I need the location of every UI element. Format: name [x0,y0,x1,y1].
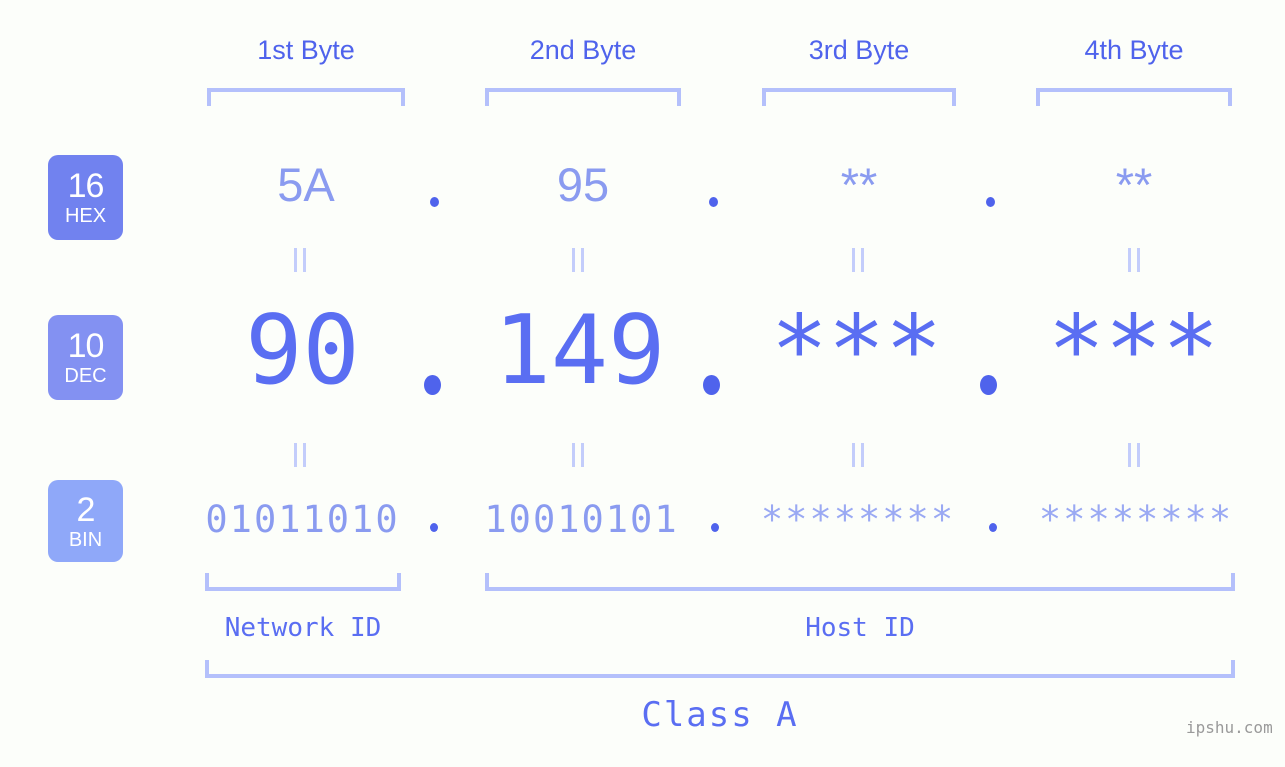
bin-byte-2: 10010101 [484,498,679,541]
base-badge-hex-name: HEX [64,205,107,227]
equals-mark-dec-bin-1 [294,443,306,467]
bin-byte-4: ******** [1038,498,1234,541]
hex-byte-3: ** [840,158,878,211]
base-badge-bin-name: BIN [68,528,103,551]
ip-address-breakdown-diagram: 1st Byte 2nd Byte 3rd Byte 4th Byte 16 H… [0,0,1285,767]
base-badge-hex: 16 HEX [48,155,123,240]
byte-bracket-1 [207,88,405,106]
dec-separator-3 [980,375,997,395]
host-id-label: Host ID [805,613,915,643]
dec-byte-2: 149 [493,296,666,406]
base-badge-dec-number: 10 [67,327,105,365]
hex-byte-1: 5A [277,158,335,211]
base-badge-dec: 10 DEC [48,315,123,400]
network-id-label: Network ID [224,613,382,643]
dec-byte-1: 90 [245,296,360,406]
hex-separator-1 [430,197,439,207]
dec-separator-2 [703,375,720,395]
class-label: Class A [641,695,799,735]
base-badge-bin-number: 2 [76,490,96,529]
byte-bracket-3 [762,88,956,106]
byte-header-4: 4th Byte [1084,35,1184,65]
base-badge-dec-name: DEC [64,365,107,387]
bin-separator-1 [430,523,438,532]
equals-mark-dec-bin-3 [852,443,864,467]
byte-header-3: 3rd Byte [808,35,910,65]
dec-separator-1 [424,375,441,395]
host-id-bracket [485,573,1235,591]
base-badge-hex-number: 16 [67,167,105,205]
equals-mark-hex-dec-2 [572,248,584,272]
equals-mark-hex-dec-4 [1128,248,1140,272]
byte-header-2: 2nd Byte [529,35,637,65]
dec-byte-3: *** [770,296,943,406]
equals-mark-dec-bin-4 [1128,443,1140,467]
hex-separator-2 [709,197,718,207]
network-id-bracket [205,573,401,591]
bin-byte-1: 01011010 [205,498,400,541]
bin-separator-2 [711,523,719,532]
bin-byte-3: ******** [760,498,956,541]
byte-bracket-2 [485,88,681,106]
class-bracket [205,660,1235,678]
equals-mark-dec-bin-2 [572,443,584,467]
dec-byte-4: *** [1047,296,1220,406]
equals-mark-hex-dec-3 [852,248,864,272]
site-watermark: ipshu.com [1186,718,1273,737]
hex-separator-3 [986,197,995,207]
byte-header-1: 1st Byte [257,35,355,65]
base-badge-bin: 2 BIN [48,480,123,562]
equals-mark-hex-dec-1 [294,248,306,272]
bin-separator-3 [989,523,997,532]
hex-byte-4: ** [1115,158,1153,211]
byte-bracket-4 [1036,88,1232,106]
hex-byte-2: 95 [556,158,610,211]
